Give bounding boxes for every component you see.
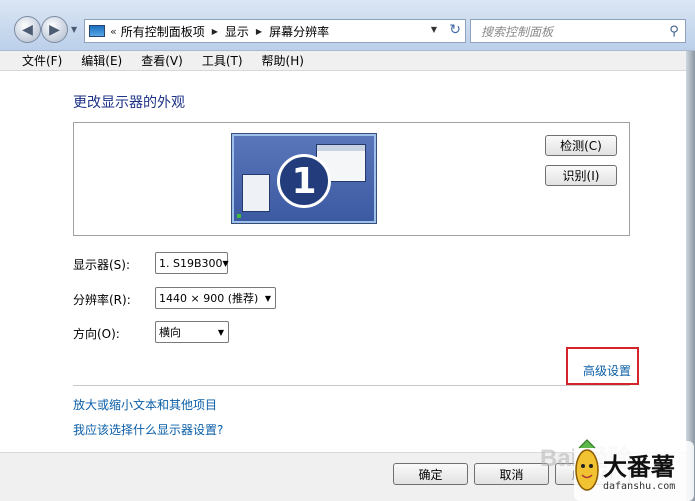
breadcrumb-display[interactable]: 显示 (225, 23, 249, 40)
watermark-url: dafanshu.com (603, 481, 676, 492)
dropdown-arrow-icon: ▼ (264, 293, 272, 303)
menu-file[interactable]: 文件(F) (22, 52, 62, 69)
address-bar-area: ◀ ▶ ▼ « 所有控制面板项 ▶ 显示 ▶ 屏幕分辨率 ▼ ↻ 搜索控制面板 … (0, 0, 695, 51)
dropdown-arrow-icon: ▼ (217, 327, 225, 337)
search-input[interactable]: 搜索控制面板 ⚲ (470, 19, 686, 43)
back-button[interactable]: ◀ (14, 16, 41, 43)
resolution-select[interactable]: 1440 × 900 (推荐) ▼ (155, 287, 276, 309)
chevron-overflow-icon[interactable]: « (110, 25, 117, 38)
display-select[interactable]: 1. S19B300 ▼ (155, 252, 229, 274)
resolution-label: 分辨率(R): (73, 293, 131, 307)
dropdown-arrow-icon: ▼ (222, 258, 229, 268)
breadcrumb-screen-resolution[interactable]: 屏幕分辨率 (269, 23, 329, 40)
monitor-1-thumbnail[interactable]: 1 (231, 133, 377, 224)
menu-tools[interactable]: 工具(T) (202, 52, 243, 69)
resolution-select-value: 1440 × 900 (推荐) (159, 292, 259, 305)
monitor-window-graphic (242, 174, 270, 212)
forward-arrow-icon: ▶ (49, 21, 60, 38)
search-icon[interactable]: ⚲ (663, 24, 685, 39)
display-label: 显示器(S): (73, 258, 131, 272)
cancel-button[interactable]: 取消 (474, 463, 549, 485)
refresh-icon[interactable]: ↻ (449, 22, 461, 38)
address-box[interactable]: « 所有控制面板项 ▶ 显示 ▶ 屏幕分辨率 ▼ ↻ (84, 19, 466, 43)
back-arrow-icon: ◀ (22, 21, 33, 38)
identify-button[interactable]: 识别(I) (545, 165, 617, 186)
address-dropdown-icon[interactable]: ▼ (431, 25, 437, 34)
breadcrumb-arrow-icon[interactable]: ▶ (212, 27, 218, 36)
sweet-potato-mascot-icon (575, 439, 599, 491)
forward-button[interactable]: ▶ (41, 16, 68, 43)
menu-edit[interactable]: 编辑(E) (81, 52, 122, 69)
ok-button[interactable]: 确定 (393, 463, 468, 485)
search-placeholder: 搜索控制面板 (481, 24, 554, 39)
screen-resolution-window: ◀ ▶ ▼ « 所有控制面板项 ▶ 显示 ▶ 屏幕分辨率 ▼ ↻ 搜索控制面板 … (0, 0, 695, 501)
watermark-brand: 大番薯 (603, 453, 675, 481)
advanced-settings-link[interactable]: 高级设置 (583, 362, 631, 379)
orientation-select-value: 横向 (159, 326, 181, 339)
display-select-value: 1. S19B300 (159, 256, 223, 270)
page-title: 更改显示器的外观 (73, 95, 185, 111)
detect-button[interactable]: 检测(C) (545, 135, 617, 156)
menu-bar: 文件(F) 编辑(E) 查看(V) 工具(T) 帮助(H) (0, 51, 695, 71)
which-settings-help-link[interactable]: 我应该选择什么显示器设置? (73, 421, 223, 438)
orientation-select[interactable]: 横向 ▼ (155, 321, 229, 343)
menu-view[interactable]: 查看(V) (141, 52, 183, 69)
divider (73, 385, 630, 386)
breadcrumb-all-items[interactable]: 所有控制面板项 (121, 23, 205, 40)
text-size-link[interactable]: 放大或缩小文本和其他项目 (73, 396, 217, 413)
background-window-edge (686, 51, 695, 501)
recent-pages-dropdown-icon[interactable]: ▼ (71, 25, 77, 34)
monitor-number: 1 (277, 154, 331, 208)
control-panel-icon (89, 25, 105, 37)
orientation-label: 方向(O): (73, 327, 120, 341)
start-orb-icon (237, 214, 241, 218)
breadcrumb-arrow-icon[interactable]: ▶ (256, 27, 262, 36)
menu-help[interactable]: 帮助(H) (262, 52, 304, 69)
